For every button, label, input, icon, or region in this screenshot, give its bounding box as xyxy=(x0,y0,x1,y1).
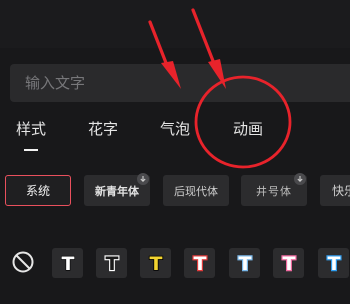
font-chip-houxiandai[interactable]: 后现代体 xyxy=(163,175,229,206)
font-chip-system[interactable]: 系统 xyxy=(5,175,71,206)
download-icon xyxy=(294,173,306,185)
text-editor-panel: 样式 花字 气泡 动画 系统 新青年体 后现代体 井号体 快乐 T T T T … xyxy=(0,0,350,304)
svg-text:T: T xyxy=(193,253,206,274)
top-area xyxy=(0,0,350,48)
style-preset-red-outline[interactable]: T xyxy=(184,248,215,278)
svg-text:T: T xyxy=(282,253,295,274)
style-preset-yellow[interactable]: T xyxy=(140,248,171,278)
download-icon xyxy=(137,173,149,185)
tab-animation[interactable]: 动画 xyxy=(233,118,263,139)
svg-text:T: T xyxy=(327,253,340,274)
style-preset-pink-outline[interactable]: T xyxy=(273,248,304,278)
style-preset-blue-outline[interactable]: T xyxy=(229,248,260,278)
svg-text:T: T xyxy=(149,253,162,274)
style-preset-cyan-outline[interactable]: T xyxy=(318,248,349,278)
svg-text:T: T xyxy=(238,253,251,274)
font-chip-kuaile[interactable]: 快乐 xyxy=(320,175,350,206)
svg-text:T: T xyxy=(61,253,74,274)
style-preset-black-outline[interactable]: T xyxy=(96,248,127,278)
tab-bubble[interactable]: 气泡 xyxy=(160,118,190,139)
active-tab-indicator xyxy=(24,149,38,151)
tab-style[interactable]: 样式 xyxy=(16,118,46,139)
text-input[interactable] xyxy=(10,64,350,102)
svg-text:T: T xyxy=(105,253,118,274)
tab-fancy-text[interactable]: 花字 xyxy=(88,118,118,139)
style-preset-white[interactable]: T xyxy=(52,248,83,278)
no-style-icon[interactable] xyxy=(11,250,35,274)
